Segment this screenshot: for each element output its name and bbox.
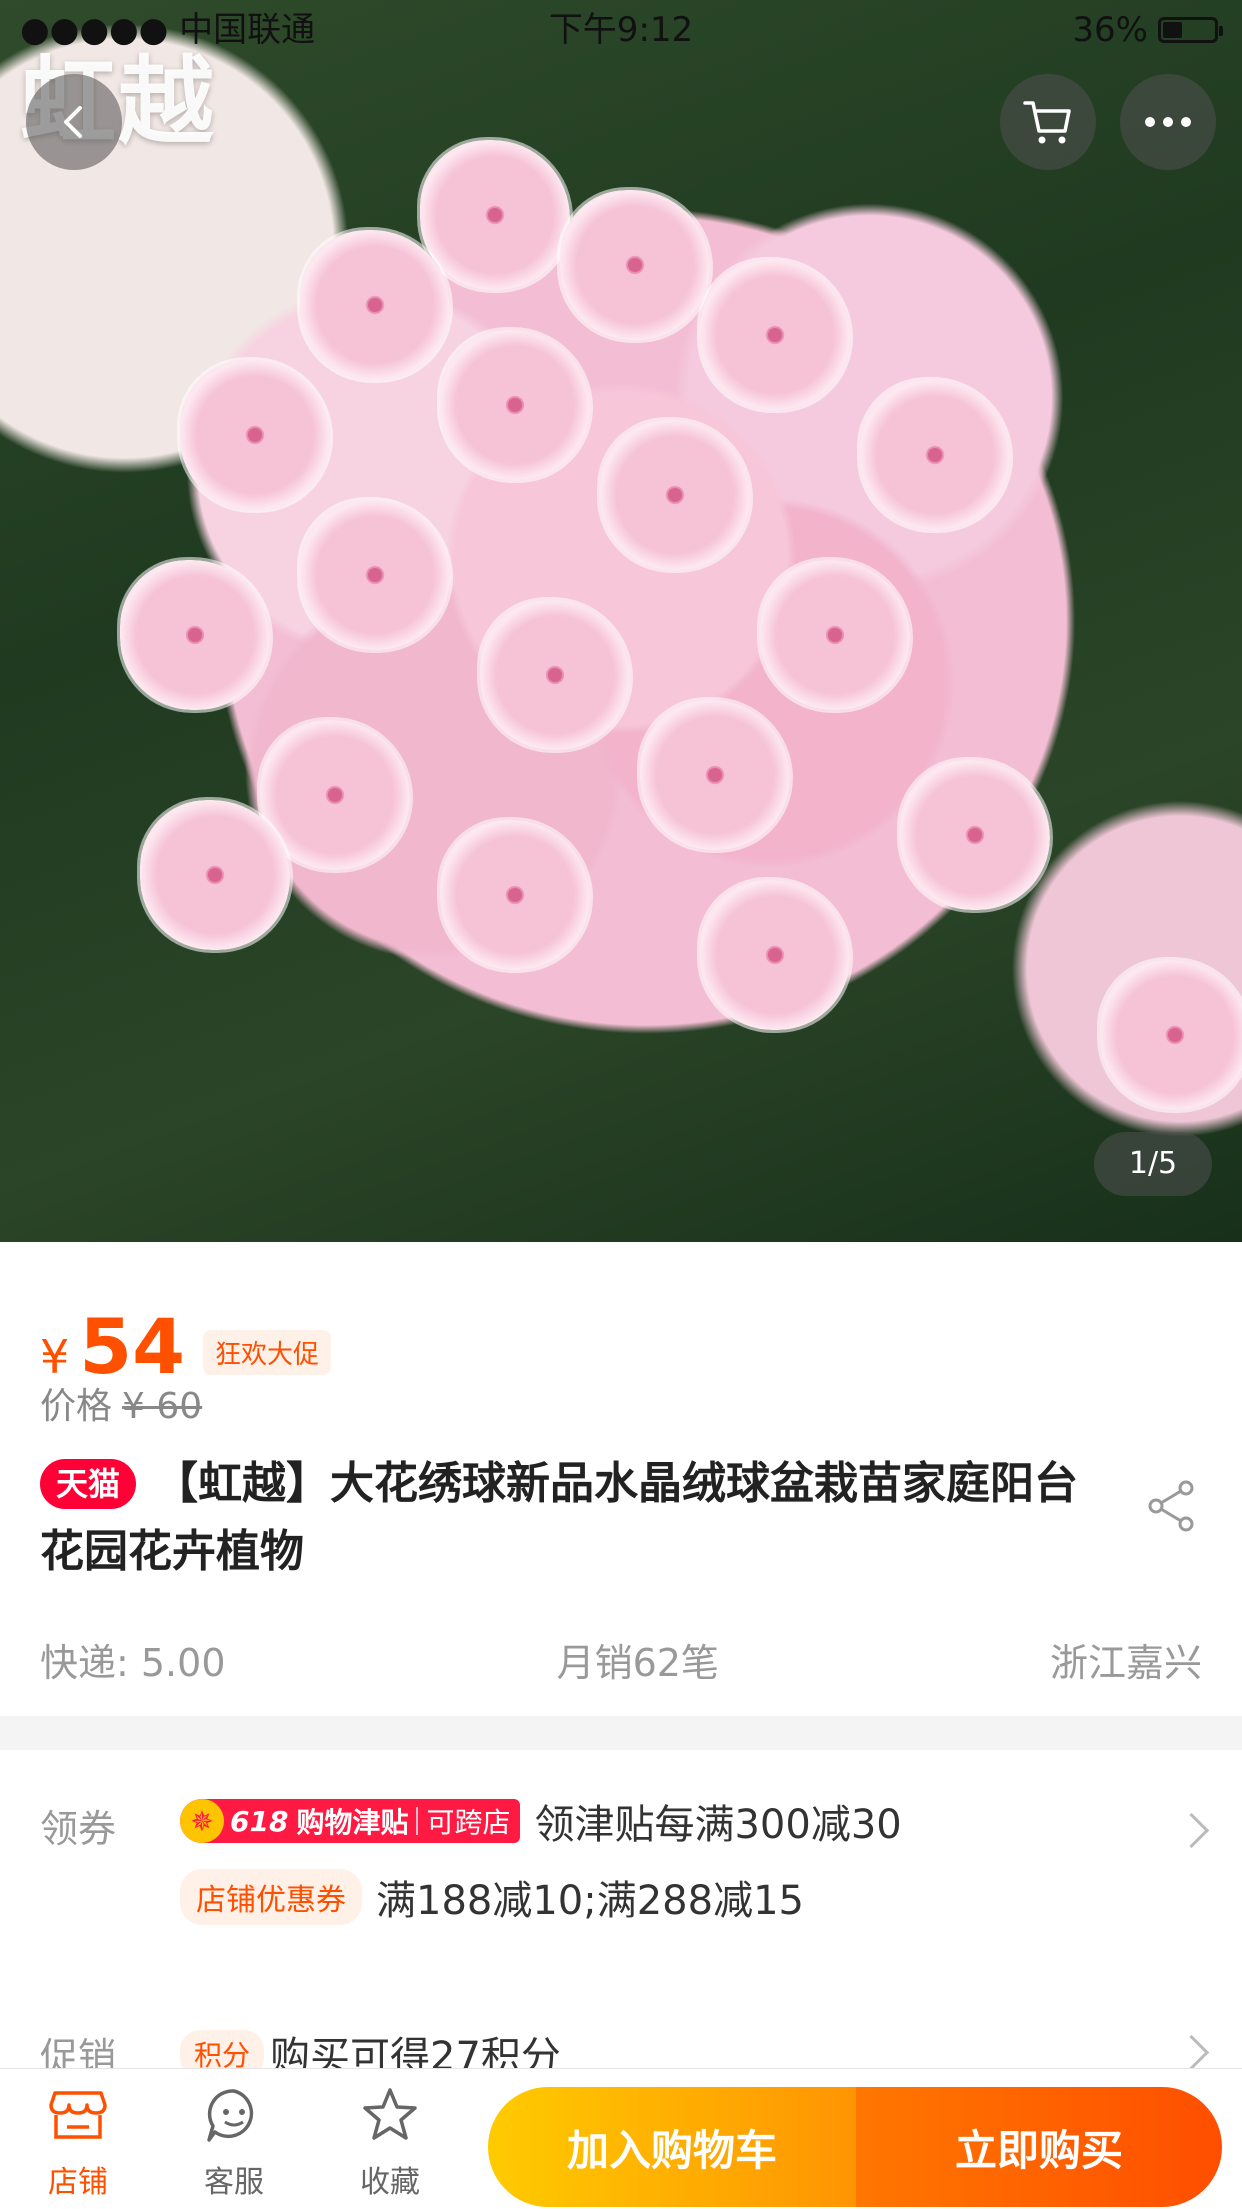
product-info-card: ¥ 54 狂欢大促 价格 ¥ 60 天猫 【虹越】大花绣球新品水晶绒球盆栽苗家庭阳台…: [0, 1242, 1242, 1716]
tab-shop[interactable]: 店铺: [18, 2079, 138, 2201]
share-icon: [1148, 1480, 1194, 1532]
share-button[interactable]: [1142, 1476, 1202, 1536]
image-page-indicator: 1/5: [1094, 1132, 1212, 1196]
flower-detail: [140, 800, 290, 950]
allowance-coupon[interactable]: ✵ 618 购物津贴 可跨店 领津贴每满300减30: [180, 1792, 902, 1850]
coupons-label: 领券: [40, 1807, 117, 1851]
flower-detail: [180, 360, 330, 510]
clock: 下午9:12: [548, 10, 694, 50]
product-title-row: 天猫 【虹越】大花绣球新品水晶绒球盆栽苗家庭阳台花园花卉植物: [40, 1450, 1100, 1586]
product-image-carousel[interactable]: 虹越 ●●●●● 中国联通 下午9:12 36% 1/5: [0, 0, 1242, 1242]
chevron-left-icon: [64, 106, 82, 138]
tab-favorite[interactable]: 收藏: [330, 2079, 450, 2201]
badge-618: ✵ 618 购物津贴 可跨店: [180, 1799, 521, 1843]
shop-coupon[interactable]: 店铺优惠券 满188减10;满288减15: [180, 1868, 804, 1926]
flower-detail: [640, 700, 790, 850]
ship-from-location: 浙江嘉兴: [1049, 1641, 1202, 1685]
shipping-fee: 快递: 5.00: [40, 1641, 226, 1685]
flower-detail: [860, 380, 1010, 530]
add-to-cart-button[interactable]: 加入购物车: [488, 2087, 856, 2207]
bottom-action-bar: 店铺 客服 收藏 加入购物车 立即购买: [0, 2068, 1242, 2209]
chevron-right-icon: [1173, 2034, 1210, 2071]
status-bar: ●●●●● 中国联通 下午9:12 36%: [0, 0, 1242, 60]
flower-detail: [440, 820, 590, 970]
flower-detail: [480, 600, 630, 750]
flower-detail: [600, 420, 750, 570]
shop-coupon-tag: 店铺优惠券: [180, 1869, 362, 1925]
product-title: 【虹越】大花绣球新品水晶绒球盆栽苗家庭阳台花园花卉植物: [40, 1458, 1079, 1577]
original-price-row: 价格 ¥ 60: [40, 1377, 202, 1429]
original-price: ¥ 60: [122, 1386, 203, 1427]
flower-detail: [560, 190, 710, 340]
battery-icon: [1158, 17, 1223, 43]
star-icon: [363, 2088, 417, 2140]
meta-row: 快递: 5.00 月销62笔 浙江嘉兴: [40, 1632, 1202, 1687]
tab-customer-service[interactable]: 客服: [174, 2079, 294, 2201]
cart-button[interactable]: [1000, 74, 1096, 170]
battery-percent: 36%: [1072, 10, 1148, 50]
allowance-text: 领津贴每满300减30: [534, 1802, 902, 1848]
flower-detail: [700, 880, 850, 1030]
flower-detail: [900, 760, 1050, 910]
currency-symbol: ¥: [40, 1330, 70, 1384]
status-right: 36%: [1072, 0, 1223, 60]
flower-detail: [300, 500, 450, 650]
cart-icon: [1023, 101, 1071, 144]
tmall-badge: 天猫: [40, 1459, 137, 1509]
shop-coupon-text: 满188减10;满288减15: [376, 1878, 804, 1924]
tab-shop-label: 店铺: [48, 2165, 108, 2200]
flower-detail: [120, 560, 270, 710]
fire-icon: ✵: [180, 1799, 224, 1843]
flower-detail: [760, 560, 910, 710]
more-dots-icon: [1145, 117, 1191, 127]
flower-detail: [440, 330, 590, 480]
shop-icon: [49, 2091, 107, 2139]
flower-detail: [420, 140, 570, 290]
tab-customer-service-label: 客服: [204, 2165, 264, 2200]
more-button[interactable]: [1120, 74, 1216, 170]
flower-detail: [300, 230, 450, 380]
customer-service-icon: [207, 2089, 254, 2142]
original-price-label: 价格: [40, 1386, 113, 1427]
tab-favorite-label: 收藏: [360, 2165, 420, 2200]
back-button[interactable]: [26, 74, 122, 170]
flower-detail: [1100, 960, 1242, 1110]
promo-tag: 狂欢大促: [203, 1330, 332, 1375]
buy-now-button[interactable]: 立即购买: [856, 2087, 1222, 2207]
monthly-sales: 月销62笔: [556, 1641, 719, 1685]
chevron-right-icon: [1173, 1812, 1210, 1849]
flower-detail: [700, 260, 850, 410]
